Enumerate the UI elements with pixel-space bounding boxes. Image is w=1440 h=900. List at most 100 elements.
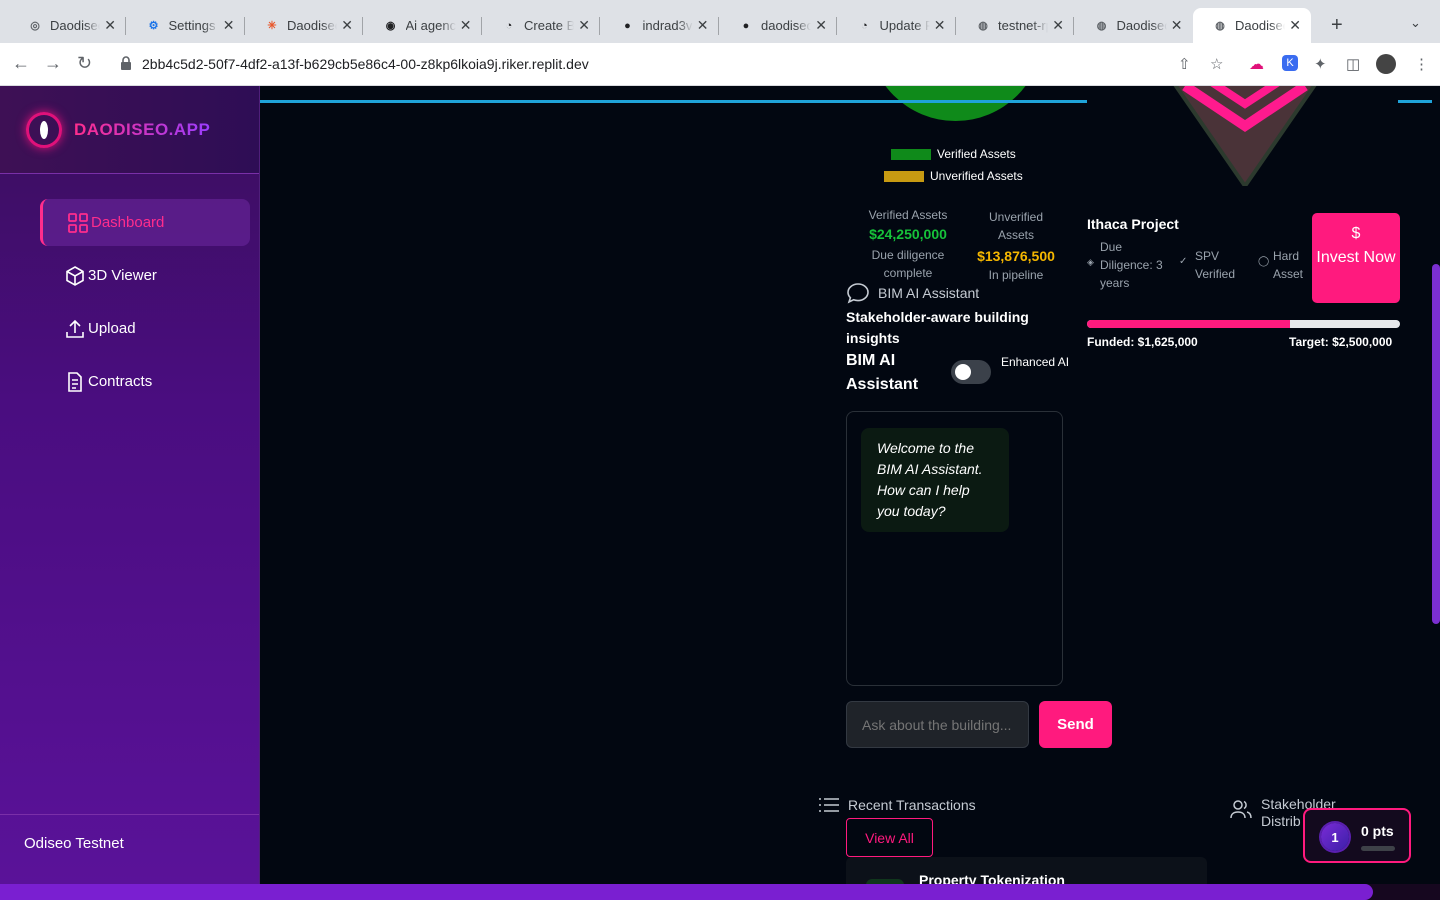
tab-close-icon[interactable]: ✕ [1052,17,1064,34]
tab-close-icon[interactable]: ✕ [1171,17,1183,34]
tag-spv-verified: ✓ SPV Verified [1179,247,1241,283]
horizontal-scrollbar[interactable] [0,884,1440,900]
logo-icon [26,112,62,148]
tab-title: indrad3v [642,18,693,33]
legend-unverified: Unverified Assets [884,169,1023,183]
tab-favicon-icon: ● [624,19,631,32]
enhanced-ai-label: Enhanced AI [1001,355,1070,369]
upload-icon [66,319,84,338]
tab-close-icon[interactable]: ✕ [460,17,472,34]
tag-due-diligence-text: Due Diligence: 3 years [1100,240,1163,290]
points-widget[interactable]: 1 0 pts [1303,808,1411,863]
unverified-assets-stat: Unverified Assets $13,876,500 In pipelin… [971,208,1061,282]
reload-icon[interactable]: ↻ [77,53,92,74]
brand-name: DAODISEO.APP [74,120,211,139]
browser-tab[interactable]: ◉ Ai agency ✕ [364,8,482,43]
tab-close-icon[interactable]: ✕ [578,17,590,34]
sidebar-item-3d-viewer[interactable]: 3D Viewer [40,252,250,299]
shield-outline-icon: ◯ [1258,256,1270,267]
funding-progress-bar [1087,320,1400,328]
assistant-subtitle: Stakeholder-aware building insights [846,309,1029,346]
tab-close-icon[interactable]: ✕ [697,17,709,34]
verified-assets-stat: Verified Assets $24,250,000 Due diligenc… [858,208,958,282]
browser-tab[interactable]: ◔ Update P ✕ [838,8,956,43]
tab-close-icon[interactable]: ✕ [223,17,235,34]
address-bar[interactable]: 2bb4c5d2-50f7-4df2-a13f-b629cb5e86c4-00-… [142,56,589,72]
transaction-item[interactable]: Property Tokenization [846,857,1207,884]
header-divider-right [1398,100,1432,103]
tab-favicon-icon: ◍ [978,20,988,32]
sidebar-item-label: Dashboard [91,214,165,231]
unverified-assets-note: In pipeline [988,268,1044,282]
target-amount: Target: $2,500,000 [1289,335,1393,349]
side-panel-icon[interactable]: ◫ [1346,55,1360,73]
chat-messages-panel[interactable]: Welcome to the BIM AI Assistant. How can… [846,411,1063,686]
grid-icon [68,212,88,233]
sidebar-item-dashboard[interactable]: Dashboard [40,199,250,246]
send-button[interactable]: Send [1039,701,1112,748]
browser-tab[interactable]: ● daodiseo ✕ [719,8,837,43]
sidebar-item-upload[interactable]: Upload [40,305,250,352]
sidebar-item-contracts[interactable]: Contracts [40,358,250,405]
tab-close-icon[interactable]: ✕ [815,17,827,34]
document-icon [68,371,82,392]
unverified-assets-value: $13,876,500 [977,248,1055,264]
tab-title: Create Bu [524,18,574,33]
network-name: Odiseo Testnet [24,835,124,852]
browser-tab[interactable]: ◍ testnet-rp ✕ [956,8,1074,43]
browser-tab[interactable]: ◍ Daodiseo ✕ [1075,8,1193,43]
extensions-puzzle-icon[interactable]: ✦ [1314,55,1327,73]
recent-transactions-header: Recent Transactions [819,797,976,813]
tab-close-icon[interactable]: ✕ [104,17,116,34]
assistant-label: BIM AI Assistant [847,283,979,304]
bookmark-star-icon[interactable]: ☆ [1210,55,1223,73]
chat-input[interactable] [846,701,1029,748]
extension-cloud-icon[interactable]: ☁ [1249,55,1264,73]
tab-favicon-icon: ⚙ [148,20,159,32]
sidebar-item-label: Upload [88,320,136,337]
shield-icon: ◈ [1087,257,1094,267]
tab-strip: ◎ Daodiseo ✕ ⚙ Settings - ✕ ✳ Daodiseo ✕ ◉ Ai agen… [0,0,1440,43]
chat-bubble-icon [847,283,869,304]
verified-assets-value: $24,250,000 [869,226,947,242]
tab-close-icon[interactable]: ✕ [1289,17,1301,34]
browser-tab[interactable]: ◍ Daodiseo ✕ [1193,8,1311,43]
unverified-assets-label: Unverified Assets [988,210,1044,242]
legend-unverified-label: Unverified Assets [930,169,1023,183]
main-content: Verified Assets Unverified Assets Verifi… [260,86,1440,884]
dollar-icon: $ [1351,225,1361,242]
vertical-scrollbar[interactable] [1432,264,1440,624]
enhanced-ai-toggle[interactable] [951,360,991,384]
browser-tab[interactable]: ⚙ Settings - ✕ [127,8,245,43]
share-icon[interactable]: ⇧ [1178,55,1191,73]
tab-title: Daodiseo [50,18,100,33]
back-icon[interactable]: ← [12,53,30,74]
horizontal-scrollbar-thumb[interactable] [0,884,1373,900]
tab-close-icon[interactable]: ✕ [934,17,946,34]
lock-icon[interactable] [120,56,132,70]
extension-k-icon[interactable]: K [1282,55,1298,71]
tab-favicon-icon: ● [742,19,750,32]
browser-menu-icon[interactable]: ⋮ [1414,55,1429,73]
profile-avatar[interactable] [1376,54,1396,74]
asset-pie-chart-slice [868,86,1043,121]
header-divider [260,100,1087,103]
tab-title: Settings - [168,18,219,33]
tab-title: testnet-rp [998,18,1048,33]
tab-search-icon[interactable]: ⌄ [1410,15,1421,31]
forward-icon[interactable]: → [44,53,62,74]
assistant-welcome-message: Welcome to the BIM AI Assistant. How can… [861,428,1009,532]
invest-now-button[interactable]: $ Invest Now [1312,213,1400,303]
browser-tab[interactable]: ● indrad3v ✕ [601,8,719,43]
new-tab-button[interactable]: + [1331,14,1343,37]
tab-favicon-icon: ◉ [385,20,396,32]
tab-close-icon[interactable]: ✕ [341,17,353,34]
browser-tab[interactable]: ✳ Daodiseo ✕ [245,8,363,43]
view-all-button[interactable]: View All [846,818,933,857]
level-badge: 1 [1321,823,1349,851]
browser-tab[interactable]: ◔ Create Bu ✕ [482,8,600,43]
tab-title: Update P [879,18,930,33]
browser-tab[interactable]: ◎ Daodiseo ✕ [8,8,126,43]
verified-assets-note: Due diligence complete [871,248,945,280]
points-value: 0 pts [1361,823,1394,839]
